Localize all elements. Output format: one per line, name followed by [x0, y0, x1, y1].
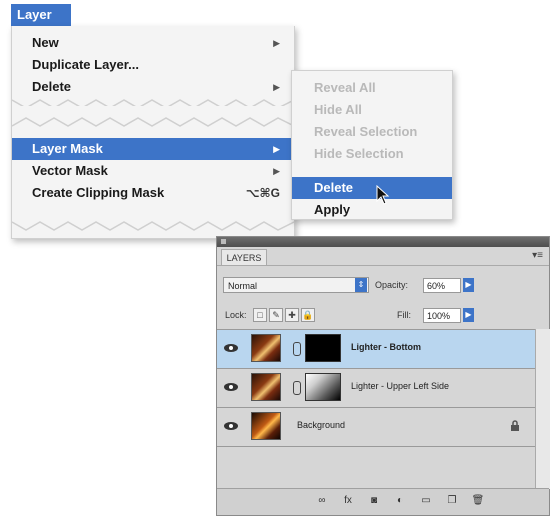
- trash-icon[interactable]: 🗑: [471, 495, 485, 507]
- fill-field[interactable]: 100%: [423, 308, 461, 323]
- panel-close-icon[interactable]: [221, 239, 226, 244]
- panel-menu-icon[interactable]: ▾≡: [532, 250, 543, 261]
- submenu-item-reveal-selection[interactable]: Reveal Selection: [292, 121, 452, 143]
- opacity-arrow-icon[interactable]: ▶: [463, 278, 474, 292]
- submenu-arrow-icon: ▶: [273, 38, 280, 48]
- mouse-cursor-icon: [376, 185, 390, 205]
- menu-item-label: Vector Mask: [32, 163, 108, 178]
- layer-mask-thumbnail[interactable]: [305, 334, 341, 362]
- add-mask-icon[interactable]: ◙: [367, 495, 381, 507]
- submenu-item-apply[interactable]: Apply: [292, 199, 452, 221]
- menu-item-label: Layer Mask: [32, 141, 103, 156]
- blend-mode-select[interactable]: Normal: [223, 277, 369, 293]
- menu-crop-edge: [12, 221, 294, 231]
- menu-item-new[interactable]: New ▶: [12, 32, 294, 54]
- submenu-arrow-icon: ▶: [273, 82, 280, 92]
- link-layers-icon[interactable]: ∞: [315, 495, 329, 507]
- layer-menu: New ▶ Duplicate Layer... Delete ▶ Layer …: [11, 26, 295, 239]
- submenu-item-delete[interactable]: Delete: [292, 177, 452, 199]
- tab-layers[interactable]: LAYERS: [221, 249, 267, 266]
- opacity-field[interactable]: 60%: [423, 278, 461, 293]
- fill-arrow-icon[interactable]: ▶: [463, 308, 474, 322]
- menu-item-label: Create Clipping Mask: [32, 185, 165, 200]
- layer-thumbnail: [251, 334, 281, 362]
- layer-style-icon[interactable]: fx: [341, 495, 355, 507]
- layer-thumbnail: [251, 373, 281, 401]
- opacity-label: Opacity:: [375, 280, 409, 290]
- menu-item-layer-mask[interactable]: Layer Mask ▶: [12, 138, 294, 160]
- divider: [217, 446, 535, 447]
- new-layer-icon[interactable]: ❐: [445, 495, 459, 507]
- divider: [217, 265, 549, 266]
- menu-item-create-clipping-mask[interactable]: Create Clipping Mask ⌥⌘G: [12, 182, 294, 204]
- lock-pixels-icon[interactable]: ✎: [269, 308, 283, 322]
- adjustment-layer-icon[interactable]: ◐: [393, 495, 407, 507]
- fill-label: Fill:: [397, 310, 411, 320]
- menu-crop-gap: [12, 106, 294, 116]
- layers-scrollbar[interactable]: [535, 329, 550, 489]
- lock-label: Lock:: [225, 310, 247, 320]
- layer-row[interactable]: Background: [217, 408, 535, 446]
- layer-name: Background: [297, 420, 346, 430]
- menu-item-label: Delete: [32, 79, 72, 94]
- new-group-icon[interactable]: ▭: [419, 495, 433, 507]
- menu-item-label: New: [32, 35, 59, 50]
- mask-link-icon[interactable]: [293, 381, 301, 395]
- menu-item-vector-mask[interactable]: Vector Mask ▶: [12, 160, 294, 182]
- menu-shortcut: ⌥⌘G: [245, 186, 280, 200]
- layer-mask-submenu: Reveal All Hide All Reveal Selection Hid…: [291, 70, 453, 220]
- menu-item-delete[interactable]: Delete ▶: [12, 76, 294, 98]
- menu-item-label: Duplicate Layer...: [32, 57, 139, 72]
- panel-footer: ∞ fx ◙ ◐ ▭ ❐ 🗑: [217, 488, 549, 515]
- layer-row[interactable]: Lighter - Upper Left Side: [217, 369, 535, 407]
- lock-transparency-icon[interactable]: □: [253, 308, 267, 322]
- layers-panel: LAYERS ▾≡ Normal ⇕ Opacity: 60% ▶ Lock: …: [216, 236, 550, 516]
- layer-name: Lighter - Upper Left Side: [351, 381, 450, 391]
- layer-row[interactable]: Lighter - Bottom: [217, 330, 535, 368]
- submenu-item-hide-all[interactable]: Hide All: [292, 99, 452, 121]
- menu-item-duplicate-layer[interactable]: Duplicate Layer...: [12, 54, 294, 76]
- panel-title-bar[interactable]: [217, 237, 549, 247]
- lock-position-icon[interactable]: ✚: [285, 308, 299, 322]
- mask-link-icon[interactable]: [293, 342, 301, 356]
- layer-thumbnail: [251, 412, 281, 440]
- submenu-item-hide-selection[interactable]: Hide Selection: [292, 143, 452, 165]
- visibility-eye-icon[interactable]: [223, 381, 239, 393]
- layer-menu-title[interactable]: Layer: [11, 4, 71, 26]
- layer-name: Lighter - Bottom: [351, 342, 421, 352]
- layer-mask-thumbnail[interactable]: [305, 373, 341, 401]
- visibility-eye-icon[interactable]: [223, 420, 239, 432]
- submenu-arrow-icon: ▶: [273, 144, 280, 154]
- menu-crop-edge: [12, 117, 294, 127]
- lock-all-icon[interactable]: 🔒: [301, 308, 315, 322]
- chevron-down-icon[interactable]: ⇕: [355, 278, 367, 292]
- lock-icon: [511, 420, 519, 431]
- submenu-item-reveal-all[interactable]: Reveal All: [292, 77, 452, 99]
- visibility-eye-icon[interactable]: [223, 342, 239, 354]
- submenu-arrow-icon: ▶: [273, 166, 280, 176]
